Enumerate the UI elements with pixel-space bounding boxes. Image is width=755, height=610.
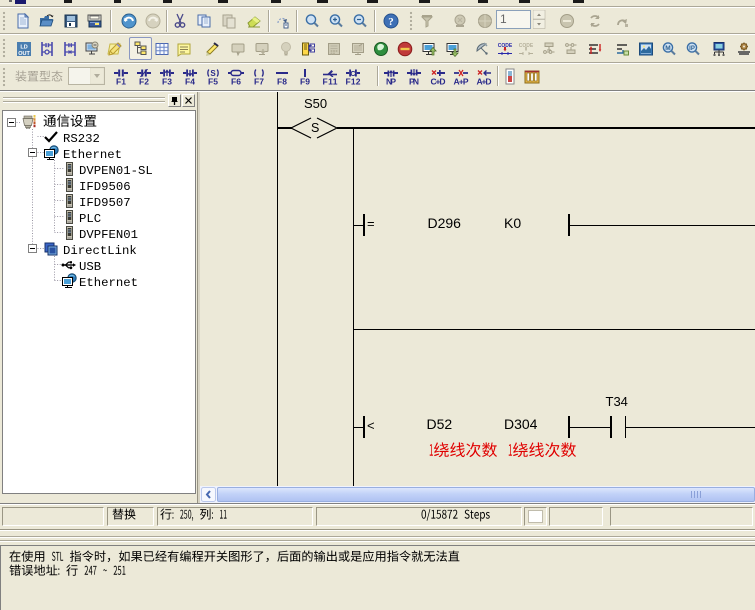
svg-text:F11: F11 — [323, 77, 338, 86]
svg-text:IP: IP — [689, 46, 695, 52]
svg-text:F1: F1 — [116, 77, 126, 86]
svg-text:F4: F4 — [185, 77, 195, 86]
svg-text:LD: LD — [20, 45, 27, 51]
svg-text:F2: F2 — [139, 77, 149, 86]
svg-text:A+D: A+D — [477, 77, 492, 86]
svg-text:S: S — [210, 69, 216, 77]
svg-text:OUT: OUT — [18, 51, 30, 57]
svg-text:C: C — [350, 69, 356, 77]
svg-text:F6: F6 — [231, 77, 241, 86]
svg-text:F12: F12 — [346, 77, 361, 86]
svg-text:PN: PN — [409, 77, 419, 86]
svg-text:M: M — [665, 45, 670, 52]
svg-text:F5: F5 — [208, 77, 218, 86]
svg-text:C+D: C+D — [431, 77, 446, 86]
svg-text:F9: F9 — [300, 77, 310, 86]
svg-text:?: ? — [388, 16, 394, 28]
svg-text:F8: F8 — [277, 77, 287, 86]
svg-text:F3: F3 — [162, 77, 172, 86]
svg-text:A+P: A+P — [454, 77, 469, 86]
svg-text:NP: NP — [386, 77, 396, 86]
svg-text:F7: F7 — [254, 77, 264, 86]
